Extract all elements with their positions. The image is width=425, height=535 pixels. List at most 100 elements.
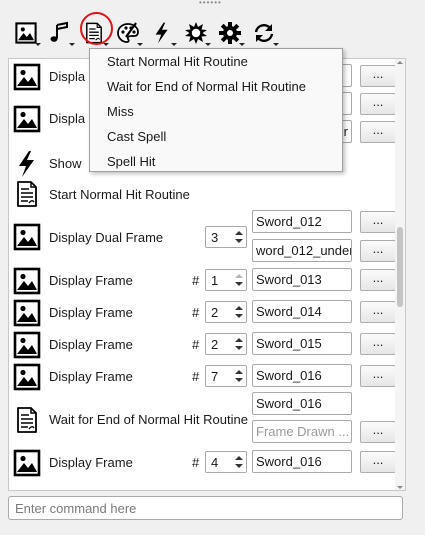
stepper-up-icon[interactable] — [235, 370, 243, 374]
command-label: Display Frame — [49, 455, 133, 470]
frame-name-field[interactable]: word_012_under — [252, 239, 352, 262]
stepper-down-icon[interactable] — [235, 282, 243, 286]
command-label: Display Frame — [49, 369, 133, 384]
frame-number-label: # — [192, 369, 200, 384]
menu-item-miss[interactable]: Miss — [90, 100, 342, 125]
image-icon — [12, 266, 42, 296]
scrollbar-thumb[interactable] — [397, 227, 403, 307]
scroll-down-icon[interactable] — [397, 486, 403, 489]
frame-number-stepper[interactable]: 4 — [205, 451, 247, 473]
gear-icon[interactable] — [216, 18, 245, 48]
stepper-down-icon[interactable] — [235, 239, 243, 243]
stepper-up-icon[interactable] — [235, 274, 243, 278]
image-icon — [12, 62, 42, 92]
lightning-icon — [12, 149, 42, 179]
frame-number-stepper[interactable]: 7 — [205, 365, 247, 387]
frame-name-field[interactable]: Sword_013 — [252, 268, 352, 291]
browse-button[interactable]: ... — [360, 333, 396, 355]
frame-drawn-field[interactable]: Frame Drawn ... — [252, 420, 352, 443]
frame-number-label: # — [192, 337, 200, 352]
dropdown-arrow-icon — [171, 43, 177, 46]
stepper-value: 7 — [211, 369, 219, 384]
stepper-value: 4 — [211, 455, 219, 470]
browse-button[interactable]: ... — [360, 65, 396, 87]
toolbar — [12, 18, 282, 48]
script-icon — [12, 405, 42, 435]
command-label: Display Frame — [49, 305, 133, 320]
frame-name-field[interactable]: Sword_014 — [252, 300, 352, 323]
image-icon[interactable] — [12, 18, 41, 48]
menu-item-cast-spell[interactable]: Cast Spell — [90, 125, 342, 150]
scroll-up-icon[interactable] — [397, 61, 403, 64]
dropdown-arrow-icon — [239, 43, 245, 46]
command-label: Displa — [49, 69, 86, 84]
frame-number-label: # — [192, 305, 200, 320]
stepper-up-icon[interactable] — [235, 231, 243, 235]
menu-item-start-normal-hit-routine[interactable]: Start Normal Hit Routine — [90, 50, 342, 75]
script-icon — [12, 179, 42, 209]
stepper-down-icon[interactable] — [235, 346, 243, 350]
stepper-value: 2 — [211, 305, 219, 320]
frame-number-stepper[interactable]: 2 — [205, 333, 247, 355]
count-stepper[interactable]: 3 — [205, 226, 247, 248]
menu-item-spell-hit[interactable]: Spell Hit — [90, 150, 342, 175]
image-icon — [12, 330, 42, 360]
image-icon — [12, 298, 42, 328]
browse-button[interactable]: ... — [360, 451, 396, 473]
loop-arrows-icon[interactable] — [250, 18, 279, 48]
frame-number-stepper[interactable]: 1 — [205, 269, 247, 291]
menu-item-wait-for-end-of-normal-hit-routine[interactable]: Wait for End of Normal Hit Routine — [90, 75, 342, 100]
frame-name-field[interactable]: Sword_016 — [252, 364, 352, 387]
drag-handle-dots[interactable]: •••••• — [199, 0, 222, 7]
palette-icon[interactable] — [114, 18, 143, 48]
image-icon — [12, 222, 42, 252]
stepper-down-icon[interactable] — [235, 464, 243, 468]
command-label: Start Normal Hit Routine — [49, 187, 190, 202]
stepper-value: 3 — [211, 230, 219, 245]
stepper-down-icon[interactable] — [235, 378, 243, 382]
dropdown-arrow-icon — [137, 43, 143, 46]
command-input[interactable] — [8, 496, 403, 520]
frame-name-field[interactable]: Sword_015 — [252, 332, 352, 355]
browse-button[interactable]: ... — [360, 301, 396, 323]
stepper-up-icon[interactable] — [235, 456, 243, 460]
browse-button[interactable]: ... — [360, 365, 396, 387]
dropdown-arrow-icon — [273, 43, 279, 46]
stepper-up-icon[interactable] — [235, 338, 243, 342]
command-label: Wait for End of Normal Hit Routine — [49, 412, 248, 427]
dropdown-arrow-icon — [103, 43, 109, 46]
stepper-value: 1 — [211, 273, 219, 288]
command-label: Display Dual Frame — [49, 230, 164, 245]
browse-button[interactable]: ... — [360, 211, 396, 233]
vertical-scrollbar[interactable] — [395, 59, 405, 490]
frame-number-label: # — [192, 455, 200, 470]
browse-button[interactable]: ... — [360, 421, 396, 443]
lightning-icon[interactable] — [148, 18, 177, 48]
command-label: Display Frame — [49, 273, 133, 288]
image-icon — [12, 448, 42, 478]
music-note-icon[interactable] — [46, 18, 75, 48]
command-label: Display Frame — [49, 337, 133, 352]
command-label: Show — [49, 156, 82, 171]
browse-button[interactable]: ... — [360, 269, 396, 291]
highlight-circle — [80, 12, 113, 45]
burst-icon[interactable] — [182, 18, 211, 48]
frame-number-label: # — [192, 273, 200, 288]
dropdown-arrow-icon — [35, 43, 41, 46]
browse-button[interactable]: ... — [360, 121, 396, 143]
browse-button[interactable]: ... — [360, 240, 396, 262]
frame-name-field[interactable]: Sword_016 — [252, 450, 352, 473]
command-label: Displa — [49, 111, 86, 126]
image-icon — [12, 362, 42, 392]
stepper-value: 2 — [211, 337, 219, 352]
browse-button[interactable]: ... — [360, 93, 396, 115]
stepper-down-icon[interactable] — [235, 314, 243, 318]
stepper-up-icon[interactable] — [235, 306, 243, 310]
image-icon — [12, 104, 42, 134]
frame-name-field[interactable]: Sword_012 — [252, 210, 352, 233]
dropdown-arrow-icon — [205, 43, 211, 46]
frame-name-field[interactable]: Sword_016 — [252, 392, 352, 415]
script-dropdown-menu: Start Normal Hit Routine Wait for End of… — [89, 48, 343, 172]
frame-number-stepper[interactable]: 2 — [205, 301, 247, 323]
dropdown-arrow-icon — [69, 43, 75, 46]
